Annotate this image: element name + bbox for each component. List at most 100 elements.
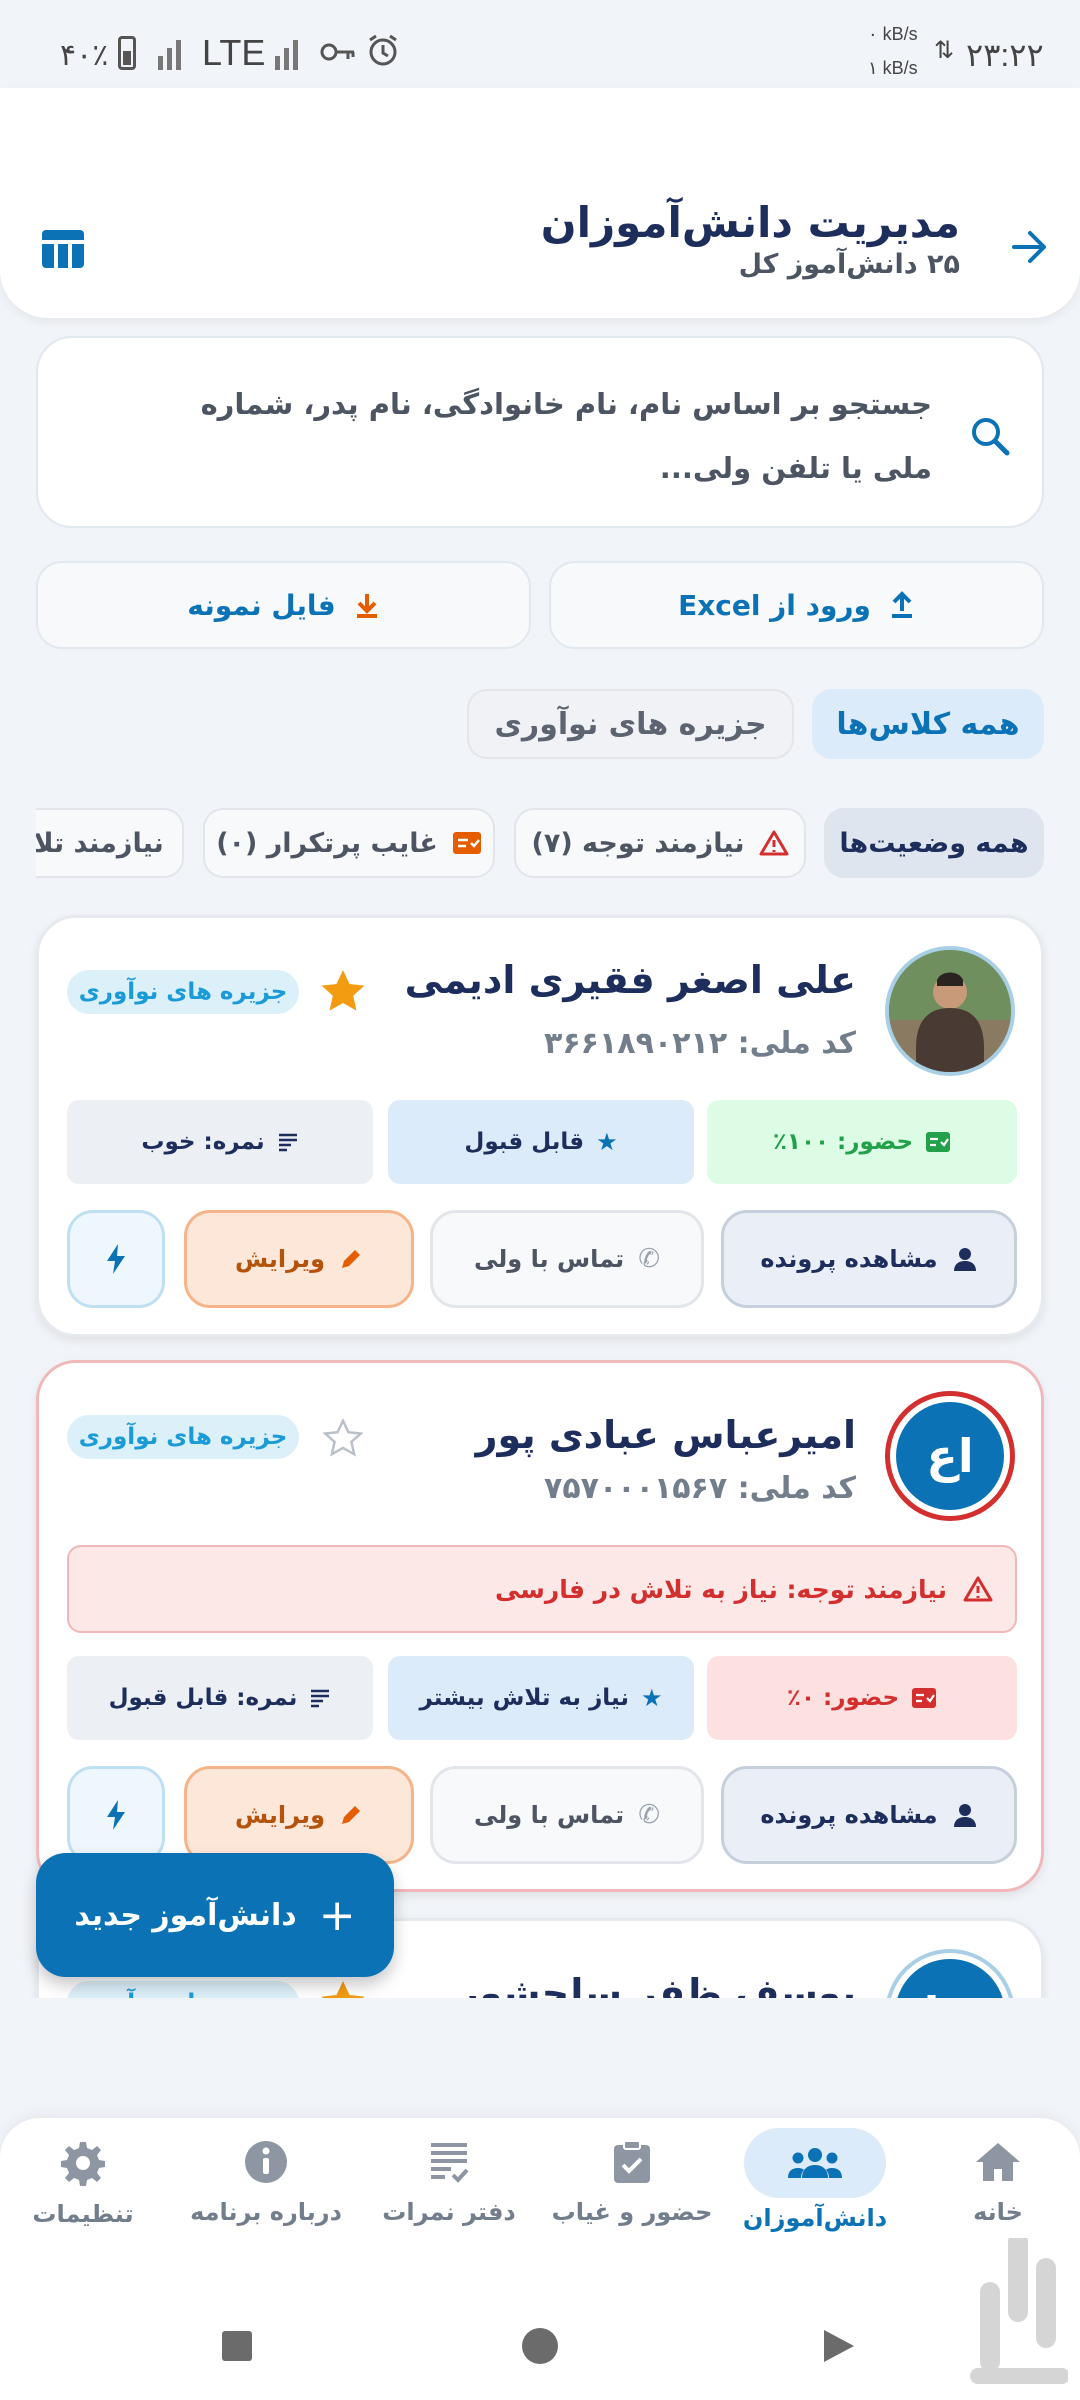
alarm-icon: [369, 34, 397, 66]
view-profile-button[interactable]: مشاهده پرونده: [721, 1766, 1017, 1864]
student-count: ۲۵ دانش‌آموز کل: [738, 249, 960, 280]
attendance-badge: حضور: ۰٪: [707, 1656, 1017, 1740]
filter-needs-effort[interactable]: نیازمند تلاش: [36, 808, 184, 878]
class-tag-label: جزیره های نوآوری: [79, 1990, 288, 1998]
tab-all-classes-label: همه کلاس‌ها: [836, 706, 1020, 742]
avatar: اع: [885, 1391, 1015, 1521]
network-type: LTE: [202, 32, 266, 73]
add-student-fab[interactable]: + دانش‌آموز جدید: [36, 1853, 394, 1977]
home-circle-icon[interactable]: [522, 2328, 558, 2364]
call-parent-button[interactable]: ✆ تماس با ولی: [430, 1766, 704, 1864]
edit-label: ویرایش: [234, 1245, 326, 1273]
quick-action-button[interactable]: [67, 1766, 165, 1864]
tab-innovation-islands[interactable]: جزیره های نوآوری: [467, 689, 794, 759]
avatar-initials: اع: [896, 1402, 1004, 1510]
edit-button[interactable]: ویرایش: [184, 1210, 414, 1308]
nav-attendance-label: حضور و غیاب: [551, 2198, 713, 2226]
star-filled-icon[interactable]: [319, 968, 367, 1014]
edit-pencil-icon: [342, 1806, 361, 1824]
student-card[interactable]: علی اصغر فقیری ادیمی کد ملی: ۳۶۶۱۸۹۰۲۱۲ …: [36, 915, 1044, 1337]
view-profile-button[interactable]: مشاهده پرونده: [721, 1210, 1017, 1308]
search-box[interactable]: جستجو بر اساس نام، نام خانوادگی، نام پدر…: [36, 336, 1044, 528]
attention-alert: نیازمند توجه: نیاز به تلاش در فارسی: [67, 1545, 1017, 1633]
nav-home-label: خانه: [973, 2198, 1023, 2226]
nav-about[interactable]: درباره برنامه: [176, 2140, 356, 2270]
avatar-initials: یظ: [895, 1959, 1005, 1998]
back-triangle-icon[interactable]: [822, 2328, 856, 2364]
class-tag-label: جزیره های نوآوری: [78, 979, 288, 1005]
edit-pencil-icon: [342, 1250, 361, 1268]
class-tag: جزیره های نوآوری: [67, 970, 299, 1014]
grade-label: نمره: خوب: [141, 1129, 265, 1155]
back-arrow-icon[interactable]: [1008, 226, 1050, 268]
star-filled-icon[interactable]: [319, 1979, 367, 1998]
national-id: کد ملی: ۳۶۶۱۸۹۰۲۱۲: [544, 1026, 856, 1061]
checklist-icon: [452, 832, 481, 854]
gradebook-icon: [431, 2143, 469, 2183]
filter-needs-effort-clip: نیازمند تلاش: [36, 808, 184, 878]
call-parent-label: تماس با ولی: [474, 1245, 625, 1273]
star-small-icon: ★: [596, 1128, 618, 1156]
attention-alert-label: نیازمند توجه: نیاز به تلاش در فارسی: [495, 1574, 947, 1604]
quick-action-button[interactable]: [67, 1210, 165, 1308]
page-title: مدیریت دانش‌آموزان: [540, 198, 960, 247]
notes-icon: [311, 1689, 330, 1708]
speed-down: ۱ kB/s: [868, 58, 918, 78]
table-view-icon[interactable]: [40, 228, 86, 270]
status-badge: ★ نیاز به تلاش بیشتر: [388, 1656, 694, 1740]
edit-label: ویرایش: [234, 1801, 326, 1829]
person-icon: [953, 1248, 976, 1271]
nav-about-label: درباره برنامه: [190, 2198, 342, 2226]
recents-icon[interactable]: [222, 2331, 252, 2361]
class-tag: جزیره های نوآوری: [67, 1981, 299, 1998]
nav-settings[interactable]: تنظیمات: [0, 2140, 173, 2270]
avatar: [885, 946, 1015, 1076]
app-header: مدیریت دانش‌آموزان ۲۵ دانش‌آموز کل: [0, 88, 1080, 318]
nav-students[interactable]: دانش‌آموزان: [725, 2128, 905, 2270]
class-tag-label: جزیره های نوآوری: [78, 1424, 288, 1450]
home-icon: [976, 2143, 1020, 2181]
lightning-icon: [107, 1244, 125, 1274]
attendance-icon: [912, 1688, 937, 1708]
student-name: امیرعباس عبادی پور: [475, 1413, 856, 1457]
attendance-label: حضور: ۱۰۰٪: [772, 1129, 914, 1155]
sample-file-button[interactable]: فایل نمونه: [36, 561, 531, 649]
filter-needs-attention[interactable]: نیازمند توجه (۷): [514, 808, 806, 878]
tab-all-classes[interactable]: همه کلاس‌ها: [812, 689, 1044, 759]
star-outline-icon[interactable]: [323, 1419, 363, 1457]
nav-attendance[interactable]: حضور و غیاب: [542, 2140, 722, 2270]
nav-students-pill: [744, 2128, 886, 2198]
group-icon: [788, 2148, 842, 2178]
search-input[interactable]: جستجو بر اساس نام، نام خانوادگی، نام پدر…: [172, 372, 932, 500]
signal-icon-2: [275, 36, 305, 70]
grade-label: نمره: قابل قبول: [108, 1685, 298, 1711]
filter-frequent-absent-label: غایب پرتکرار (۰): [216, 827, 438, 859]
student-card[interactable]: اع امیرعباس عبادی پور کد ملی: ۷۵۷۰۰۰۱۵۶۷…: [36, 1360, 1044, 1892]
data-arrows-icon: ⇅: [934, 37, 955, 64]
add-student-label: دانش‌آموز جدید: [74, 1897, 297, 1933]
call-parent-label: تماس با ولی: [474, 1801, 625, 1829]
filter-all-statuses[interactable]: همه وضعیت‌ها: [824, 808, 1044, 878]
gear-icon: [61, 2142, 105, 2186]
sample-file-label: فایل نمونه: [187, 588, 336, 622]
nav-gradebook[interactable]: دفتر نمرات: [359, 2140, 539, 2270]
filter-frequent-absent[interactable]: غایب پرتکرار (۰): [203, 808, 495, 878]
bazaar-watermark-icon: [970, 2238, 1068, 2384]
view-profile-label: مشاهده پرونده: [760, 1245, 938, 1273]
call-parent-button[interactable]: ✆ تماس با ولی: [430, 1210, 704, 1308]
nav-settings-label: تنظیمات: [32, 2200, 134, 2228]
excel-import-label: ورود از Excel: [678, 588, 871, 622]
attendance-icon: [926, 1132, 951, 1152]
nav-gradebook-label: دفتر نمرات: [382, 2198, 516, 2226]
info-icon: [245, 2141, 287, 2183]
grade-badge: نمره: خوب: [67, 1100, 373, 1184]
battery-icon: [118, 36, 136, 70]
excel-import-button[interactable]: ورود از Excel: [549, 561, 1044, 649]
filter-all-statuses-label: همه وضعیت‌ها: [839, 827, 1029, 859]
speed-up: ۰ kB/s: [868, 24, 918, 44]
search-icon: [972, 418, 1010, 456]
download-icon: [356, 594, 377, 618]
attendance-badge: حضور: ۱۰۰٪: [707, 1100, 1017, 1184]
edit-button[interactable]: ویرایش: [184, 1766, 414, 1864]
lightning-icon: [107, 1800, 125, 1830]
